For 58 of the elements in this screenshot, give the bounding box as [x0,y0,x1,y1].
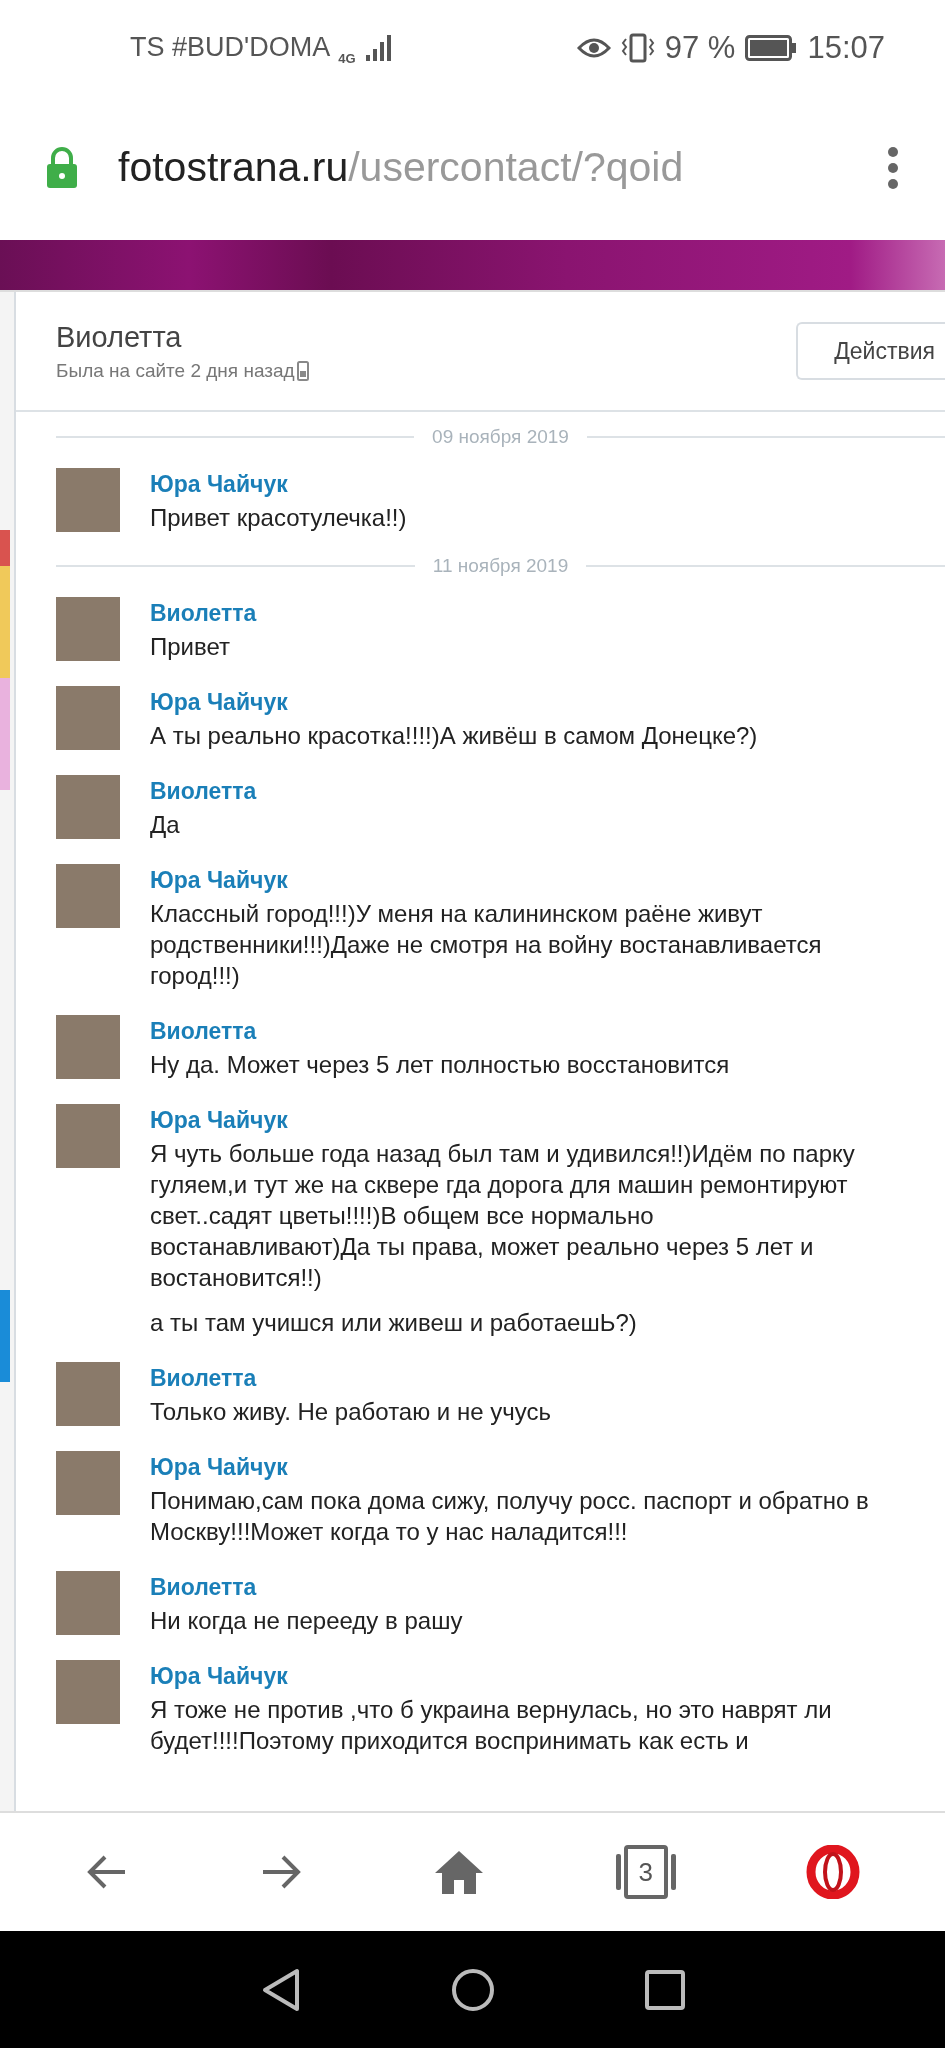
vibrate-icon [620,32,655,63]
message-text: Понимаю,сам пока дома сижу, получу росс. паспорт и обратно в Москву!!!Может когда то у нас наладится!!! [150,1486,870,1547]
avatar-photo-placeholder[interactable] [56,597,120,661]
sender-name[interactable]: Юра Чайчук [150,684,875,720]
avatar-photo-placeholder[interactable] [56,1015,120,1079]
battery-percent: 97 % [664,29,736,66]
message-text: а ты там учишся или живеш и работаешЬ?) [150,1308,638,1338]
date-separator: 09 ноября 2019 [432,426,569,448]
menu-icon[interactable] [887,145,899,190]
contact-name: Виолетта [56,320,183,354]
avatar-photo-placeholder[interactable] [56,1104,120,1168]
sender-name[interactable]: Виолетта [150,1360,875,1396]
sender-name[interactable]: Виолетта [150,773,875,809]
last-seen-text: Была на сайте 2 дня назад [56,359,295,382]
actions-button[interactable]: Действия [796,322,945,380]
date-separator: 11 ноября 2019 [432,555,569,577]
message-text: А ты реально красотка!!!!)А живёш в самом Донецке?) [150,721,759,751]
address-field[interactable]: fotostrana.ru/usercontact/?qoid [118,144,847,191]
message-text: Классный город!!!)У меня на калининском раёне живут родственники!!!)Даже не смотря на войну востанавливается город!!!) [150,899,823,991]
recents-icon[interactable] [644,1969,685,2010]
sidebar-tab[interactable] [0,530,10,566]
signal-icon [363,32,394,63]
sidebar-tab[interactable] [0,678,10,790]
avatar-photo-placeholder[interactable] [56,1660,120,1724]
carrier-name: TS #BUD'DOMA [130,32,331,63]
lock-icon [46,146,78,189]
avatar-photo-placeholder[interactable] [56,686,120,750]
message-text: Ну да. Может через 5 лет полностью восстановится [150,1050,731,1080]
avatar-photo-placeholder[interactable] [56,1451,120,1515]
message-text: Я чуть больше года назад был там и удивился!!)Идём по парку гуляем,и тут же на сквере гда дорога для машин ремонтируют свет..садят цветы!!!!)В общем все нормально востанавливают)Да ты права, может реально через 5 лет и востановится!!) [150,1139,856,1293]
sender-name[interactable]: Юра Чайчук [150,1102,875,1138]
sidebar-tab[interactable] [0,1290,10,1382]
clock: 15:07 [807,29,885,66]
sender-name[interactable]: Виолетта [150,1013,875,1049]
avatar-photo-placeholder[interactable] [56,775,120,839]
message-text: Привет красотулечка!!) [150,503,408,533]
message-text: Ни когда не перееду в рашу [150,1606,464,1636]
avatar-photo-placeholder[interactable] [56,1362,120,1426]
message-text: Привет [150,632,232,662]
phone-icon [296,360,309,381]
browser-logo-icon[interactable] [805,1845,860,1899]
avatar-photo-placeholder[interactable] [56,1571,120,1635]
sender-name[interactable]: Юра Чайчук [150,1658,875,1694]
sender-name[interactable]: Юра Чайчук [150,466,875,502]
avatar-photo-placeholder[interactable] [56,864,120,928]
network-type: 4G [338,51,356,66]
battery-icon [745,34,798,61]
sender-name[interactable]: Виолетта [150,1569,875,1605]
message-text: Только живу. Не работаю и не учусь [150,1397,552,1427]
back-icon[interactable] [260,1967,301,2012]
message-text: Я тоже не против ,что б украина вернулась, но это наврят ли будет!!!!Поэтому приходится воспринимать как есть и [150,1695,833,1756]
sender-name[interactable]: Виолетта [150,595,875,631]
avatar-photo-placeholder[interactable] [56,468,120,532]
sidebar-tab[interactable] [0,566,10,678]
message-text: Да [150,810,181,840]
sender-name[interactable]: Юра Чайчук [150,1449,875,1485]
sender-name[interactable]: Юра Чайчук [150,862,875,898]
home-icon[interactable] [450,1967,495,2012]
